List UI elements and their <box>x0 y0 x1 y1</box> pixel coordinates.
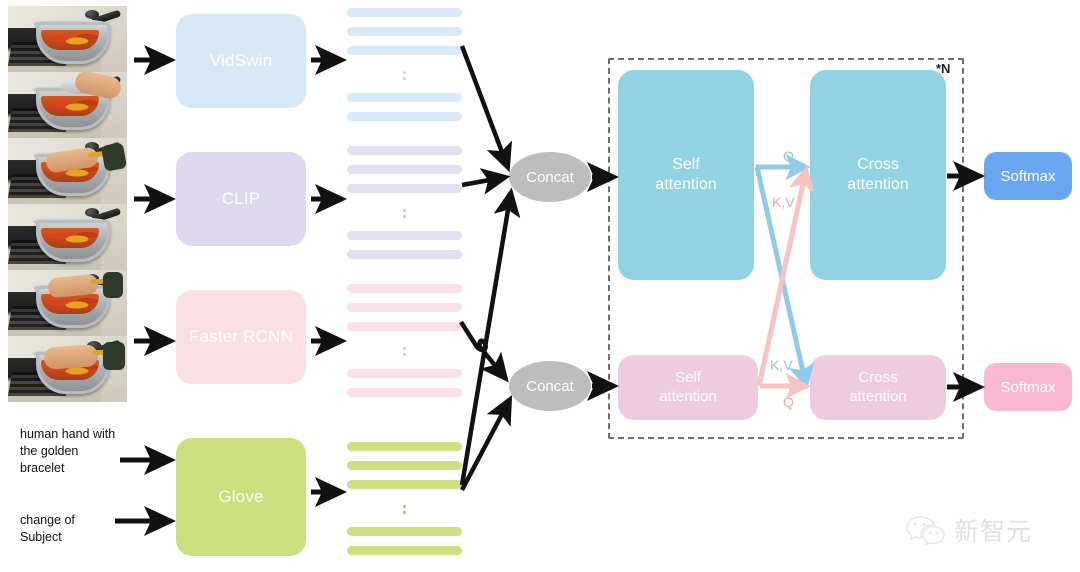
arrow-clip-tokens-to-concat-top <box>461 168 511 195</box>
watermark: 新智元 <box>905 512 1032 548</box>
diagram-canvas: VidSwin CLIP Faster RCNN Glove human han… <box>0 0 1080 572</box>
arrow-rcnn-tokens-to-concat-bottom <box>459 320 509 383</box>
arrow-vidswin-tokens-to-concat-top <box>459 45 513 173</box>
watermark-text: 新智元 <box>954 517 1033 546</box>
wechat-icon <box>906 516 945 547</box>
connector-layer <box>115 45 985 536</box>
